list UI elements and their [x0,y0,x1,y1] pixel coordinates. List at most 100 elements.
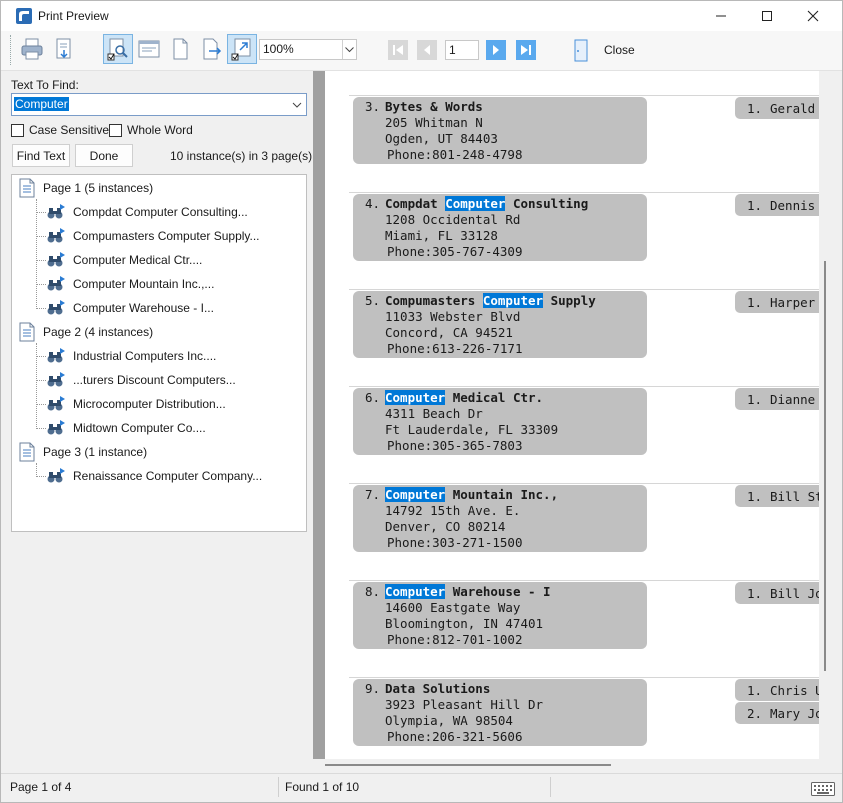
tree-result-item[interactable]: ...turers Discount Computers... [46,369,236,391]
status-page: Page 1 of 4 [10,780,72,794]
print-button[interactable] [17,34,47,64]
tree-result-item[interactable]: Computer Mountain Inc.,... [46,273,214,295]
record-divider [349,95,819,96]
tree-result-item[interactable]: Computer Warehouse - I... [46,297,214,319]
company-name-part: Mountain Inc., [445,487,559,502]
contact-number: 2. [747,706,763,721]
record-address: 205 Whitman N [385,115,483,130]
chevron-down-icon[interactable] [291,98,303,112]
contact-number: 1. [747,586,763,601]
tree-connector [36,380,46,381]
vertical-scroll-thumb[interactable] [824,261,826,671]
horizontal-scrollbar[interactable] [313,759,830,771]
whole-word-checkbox[interactable]: Whole Word [109,123,193,137]
tree-result-label: Midtown Computer Co.... [73,421,206,435]
tree-result-item[interactable]: Renaissance Computer Company... [46,465,262,487]
tree-result-label: Computer Medical Ctr.... [73,253,203,267]
title-bar: Print Preview [1,1,842,31]
record-divider [349,386,819,387]
tree-result-item[interactable]: Compdat Computer Consulting... [46,201,248,223]
tree-result-item[interactable]: Industrial Computers Inc.... [46,345,216,367]
close-preview-button[interactable] [571,39,591,63]
record-company-name: Computer Warehouse - I [385,584,551,599]
text-to-find-input[interactable]: Computer [11,93,307,116]
case-sensitive-checkbox[interactable]: Case Sensitive [11,123,109,137]
minimize-icon [716,15,726,17]
contact-name: Gerald C [770,101,819,116]
fit-page-icon [231,38,251,61]
search-highlight: Computer [385,390,446,405]
record-company-name: Data Solutions [385,681,490,696]
case-sensitive-box[interactable] [11,123,24,137]
record-city: Miami, FL 33128 [385,228,498,243]
next-page-button[interactable] [486,40,506,60]
export-icon [203,38,222,60]
minimize-button[interactable] [698,1,744,31]
record-number: 9. [365,681,381,696]
record-address: 14792 15th Ave. E. [385,503,521,518]
find-text-button[interactable]: Find Text [12,144,70,167]
tree-connector [36,212,46,213]
close-preview-label[interactable]: Close [604,43,635,57]
tree-result-item[interactable]: Microcomputer Distribution... [46,393,226,415]
horizontal-scroll-thumb[interactable] [325,764,611,766]
tree-connector [36,199,37,309]
previous-page-icon [424,45,430,55]
whole-word-box[interactable] [109,123,122,137]
done-button[interactable]: Done [75,144,133,167]
zoom-select[interactable]: 100% [259,39,357,60]
company-name-part: Consulting [505,196,589,211]
tree-result-item[interactable]: Computer Medical Ctr.... [46,249,202,271]
tree-page-node[interactable]: Page 2 (4 instances) [18,321,153,343]
preview-page: 3. Bytes & Words 205 Whitman N Ogden, UT 84… [325,71,819,759]
page-width-button[interactable] [134,34,164,64]
contact-name: Harper [770,295,816,310]
record-card: 6. Computer Medical Ctr. 4311 Beach Dr Ft L… [353,388,647,455]
page-number-input[interactable]: 1 [445,40,479,60]
contact-card: 1. Chris Ur [735,679,819,701]
first-page-button[interactable] [388,40,408,60]
toolbar-grip[interactable] [10,35,13,65]
company-name-part: Compdat [385,196,446,211]
close-window-button[interactable] [790,1,836,31]
tree-result-item[interactable]: Midtown Computer Co.... [46,417,206,439]
tree-page-node[interactable]: Page 1 (5 instances) [18,177,153,199]
maximize-button[interactable] [744,1,790,31]
tree-connector [36,356,46,357]
tree-connector [36,284,46,285]
contact-name: Dennis [770,198,816,213]
contact-card: 1. Dianne [735,388,819,410]
binoculars-icon [47,420,65,435]
contact-number: 1. [747,101,763,116]
whole-page-button[interactable] [165,34,195,64]
find-text-toggle-button[interactable] [103,34,133,64]
case-sensitive-label: Case Sensitive [29,123,110,137]
find-text-button-label: Find Text [16,148,66,163]
tree-result-label: Renaissance Computer Company... [73,469,263,483]
record-city: Concord, CA 94521 [385,325,513,340]
tree-page-node[interactable]: Page 3 (1 instance) [18,441,147,463]
tree-result-item[interactable]: Compumasters Computer Supply... [46,225,260,247]
whole-word-label: Whole Word [127,123,193,137]
previous-page-button[interactable] [417,40,437,60]
zoom-dropdown-button[interactable] [342,40,356,59]
last-page-button[interactable] [516,40,536,60]
done-button-label: Done [89,148,119,163]
print-setup-button[interactable] [49,34,79,64]
record-phone: Phone:801-248-4798 [387,147,522,162]
vertical-scrollbar[interactable] [819,71,830,759]
last-page-icon [521,45,531,55]
export-button[interactable] [196,34,226,64]
fit-page-button[interactable] [227,34,257,64]
company-name-part: Supply [543,293,596,308]
tree-page-label: Page 1 (5 instances) [43,181,154,195]
print-setup-icon [56,38,71,59]
record-company-name: Compdat Computer Consulting [385,196,588,211]
record-number: 3. [365,99,381,114]
text-to-find-label: Text To Find: [11,78,79,92]
phone-label: Phone: [387,341,433,356]
results-tree[interactable]: Page 1 (5 instances) Compdat Computer Con… [11,174,307,532]
tree-result-label: Compdat Computer Consulting... [73,205,248,219]
status-found: Found 1 of 10 [285,780,360,794]
record-number: 5. [365,293,381,308]
